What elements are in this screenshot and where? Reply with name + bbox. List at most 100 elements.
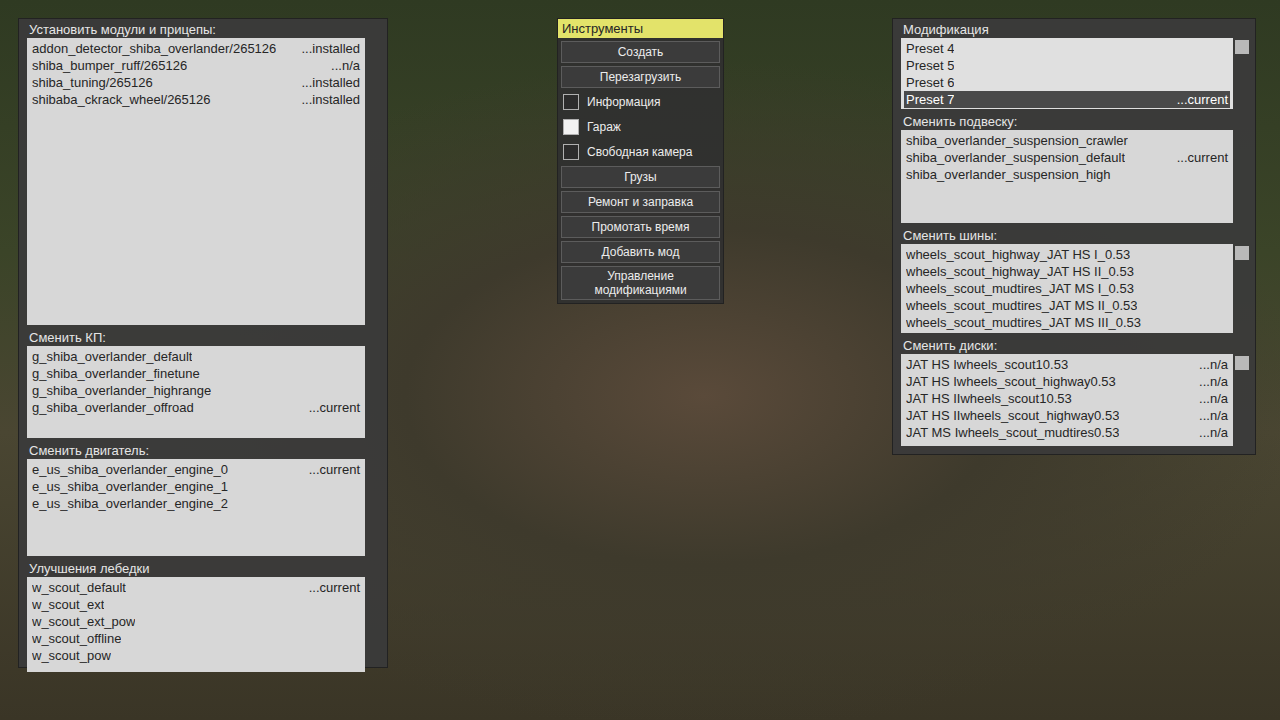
scrollbar[interactable] bbox=[365, 38, 383, 325]
section-title: Улучшения лебедки bbox=[27, 560, 383, 577]
option-row[interactable]: wheels_scout_mudtires_JAT MS III_0.53 bbox=[904, 314, 1230, 331]
option-row[interactable]: Preset 7...current bbox=[904, 91, 1230, 108]
option-row[interactable]: w_scout_default...current bbox=[30, 579, 362, 596]
scrollbar[interactable] bbox=[1233, 244, 1251, 333]
tool-button[interactable]: Ремонт и заправка bbox=[561, 191, 720, 213]
option-label: JAT HS Iwheels_scout10.53 bbox=[906, 356, 1068, 373]
option-row[interactable]: JAT HS IIwheels_scout_highway0.53 ...n/a bbox=[904, 407, 1230, 424]
option-row[interactable]: shiba_overlander_suspension_crawler bbox=[904, 132, 1230, 149]
option-label: g_shiba_overlander_finetune bbox=[32, 365, 200, 382]
option-status: ...n/a bbox=[1199, 407, 1228, 424]
scrollbar[interactable] bbox=[1233, 38, 1251, 109]
tool-button[interactable]: Управление модификациями bbox=[561, 266, 720, 300]
option-row[interactable]: g_shiba_overlander_offroad ...current bbox=[30, 399, 362, 416]
option-row[interactable]: w_scout_offline bbox=[30, 630, 362, 647]
option-row[interactable]: wheels_scout_mudtires_JAT MS II_0.53 bbox=[904, 297, 1230, 314]
option-row[interactable]: JAT HS Iwheels_scout_highway0.53...n/a bbox=[904, 373, 1230, 390]
section-title: Установить модули и прицепы: bbox=[27, 21, 383, 38]
option-status: ...n/a bbox=[1199, 356, 1228, 373]
option-status: ...current bbox=[309, 461, 360, 478]
checkbox-box[interactable] bbox=[563, 119, 579, 135]
option-label: wheels_scout_highway_JAT HS II_0.53 bbox=[906, 263, 1134, 280]
option-label: Preset 5 bbox=[906, 57, 954, 74]
option-label: w_scout_default bbox=[32, 579, 126, 596]
panel-section: МодификацияPreset 4Preset 5Preset 6Prese… bbox=[901, 21, 1251, 109]
section-title: Модификация bbox=[901, 21, 1251, 38]
scrollbar[interactable] bbox=[365, 459, 383, 556]
scrollbar-thumb[interactable] bbox=[1235, 356, 1249, 370]
option-row[interactable]: JAT HS IIwheels_scout10.53...n/a bbox=[904, 390, 1230, 407]
option-label: wheels_scout_highway_JAT HS I_0.53 bbox=[906, 246, 1130, 263]
option-label: JAT HS IIwheels_scout10.53 bbox=[906, 390, 1072, 407]
panel-section: Сменить двигатель:e_us_shiba_overlander_… bbox=[27, 442, 383, 556]
option-row[interactable]: Preset 6 bbox=[904, 74, 1230, 91]
tool-checkbox[interactable]: Гараж bbox=[561, 116, 720, 138]
option-row[interactable]: JAT HS Iwheels_scout10.53 ...n/a bbox=[904, 356, 1230, 373]
section-title: Сменить подвеску: bbox=[901, 113, 1251, 130]
option-row[interactable]: w_scout_ext_pow bbox=[30, 613, 362, 630]
scrollbar[interactable] bbox=[1233, 130, 1251, 223]
option-list: g_shiba_overlander_defaultg_shiba_overla… bbox=[27, 346, 365, 438]
section-body: e_us_shiba_overlander_engine_0...current… bbox=[27, 459, 383, 556]
option-label: e_us_shiba_overlander_engine_2 bbox=[32, 495, 228, 512]
option-row[interactable]: w_scout_pow bbox=[30, 647, 362, 664]
scrollbar[interactable] bbox=[365, 346, 383, 438]
tool-button[interactable]: Промотать время bbox=[561, 216, 720, 238]
tool-button[interactable]: Создать bbox=[561, 41, 720, 63]
option-row[interactable]: e_us_shiba_overlander_engine_2 bbox=[30, 495, 362, 512]
checkbox-box[interactable] bbox=[563, 144, 579, 160]
tool-button[interactable]: Добавить мод bbox=[561, 241, 720, 263]
option-label: g_shiba_overlander_offroad bbox=[32, 399, 194, 416]
option-row[interactable]: wheels_scout_highway_JAT HS II_0.53 bbox=[904, 263, 1230, 280]
option-status: ...installed bbox=[301, 74, 360, 91]
panel-section: Улучшения лебедкиw_scout_default...curre… bbox=[27, 560, 383, 672]
option-label: JAT HS Iwheels_scout_highway0.53 bbox=[906, 373, 1116, 390]
option-row[interactable]: Preset 4 bbox=[904, 40, 1230, 57]
option-row[interactable]: shiba_tuning/265126 ...installed bbox=[30, 74, 362, 91]
option-label: JAT HS IIwheels_scout_highway0.53 bbox=[906, 407, 1119, 424]
option-row[interactable]: g_shiba_overlander_finetune bbox=[30, 365, 362, 382]
tool-button[interactable]: Перезагрузить bbox=[561, 66, 720, 88]
option-row[interactable]: addon_detector_shiba_overlander/265126..… bbox=[30, 40, 362, 57]
tool-checkbox[interactable]: Свободная камера bbox=[561, 141, 720, 163]
checkbox-box[interactable] bbox=[563, 94, 579, 110]
scrollbar[interactable] bbox=[365, 577, 383, 672]
option-row[interactable]: JAT MS Iwheels_scout_mudtires0.53...n/a bbox=[904, 424, 1230, 441]
option-status: ...installed bbox=[301, 91, 360, 108]
option-row[interactable]: g_shiba_overlander_highrange bbox=[30, 382, 362, 399]
option-row[interactable]: wheels_scout_highway_JAT HS I_0.53 bbox=[904, 246, 1230, 263]
checkbox-label: Гараж bbox=[587, 120, 621, 134]
section-body: wheels_scout_highway_JAT HS I_0.53wheels… bbox=[901, 244, 1251, 333]
option-label: shibaba_ckrack_wheel/265126 bbox=[32, 91, 211, 108]
option-status: ...n/a bbox=[1199, 424, 1228, 441]
scrollbar-thumb[interactable] bbox=[1235, 246, 1249, 260]
option-label: shiba_tuning/265126 bbox=[32, 74, 153, 91]
option-row[interactable]: shibaba_ckrack_wheel/265126 ...installed bbox=[30, 91, 362, 108]
option-list: JAT HS Iwheels_scout10.53...n/aJAT HS Iw… bbox=[901, 354, 1233, 446]
option-list: w_scout_default...currentw_scout_extw_sc… bbox=[27, 577, 365, 672]
option-list: Preset 4Preset 5Preset 6Preset 7...curre… bbox=[901, 38, 1233, 109]
scrollbar-thumb[interactable] bbox=[1235, 40, 1249, 54]
option-row[interactable]: g_shiba_overlander_default bbox=[30, 348, 362, 365]
section-title: Сменить КП: bbox=[27, 329, 383, 346]
option-label: wheels_scout_mudtires_JAT MS III_0.53 bbox=[906, 314, 1141, 331]
option-row[interactable]: Preset 5 bbox=[904, 57, 1230, 74]
option-label: w_scout_offline bbox=[32, 630, 121, 647]
option-list: wheels_scout_highway_JAT HS I_0.53wheels… bbox=[901, 244, 1233, 333]
option-row[interactable]: wheels_scout_mudtires_JAT MS I_0.53 bbox=[904, 280, 1230, 297]
option-row[interactable]: shiba_overlander_suspension_high bbox=[904, 166, 1230, 183]
option-row[interactable]: w_scout_ext bbox=[30, 596, 362, 613]
option-status: ...current bbox=[309, 399, 360, 416]
option-list: shiba_overlander_suspension_crawlershiba… bbox=[901, 130, 1233, 223]
option-label: Preset 4 bbox=[906, 40, 954, 57]
checkbox-label: Свободная камера bbox=[587, 145, 692, 159]
option-row[interactable]: e_us_shiba_overlander_engine_1 bbox=[30, 478, 362, 495]
tool-button[interactable]: Грузы bbox=[561, 166, 720, 188]
option-row[interactable]: shiba_bumper_ruff/265126...n/a bbox=[30, 57, 362, 74]
tool-checkbox[interactable]: Информация bbox=[561, 91, 720, 113]
option-label: w_scout_pow bbox=[32, 647, 111, 664]
option-row[interactable]: e_us_shiba_overlander_engine_0...current bbox=[30, 461, 362, 478]
panel-section: Сменить шины:wheels_scout_highway_JAT HS… bbox=[901, 227, 1251, 333]
option-row[interactable]: shiba_overlander_suspension_default...cu… bbox=[904, 149, 1230, 166]
scrollbar[interactable] bbox=[1233, 354, 1251, 446]
